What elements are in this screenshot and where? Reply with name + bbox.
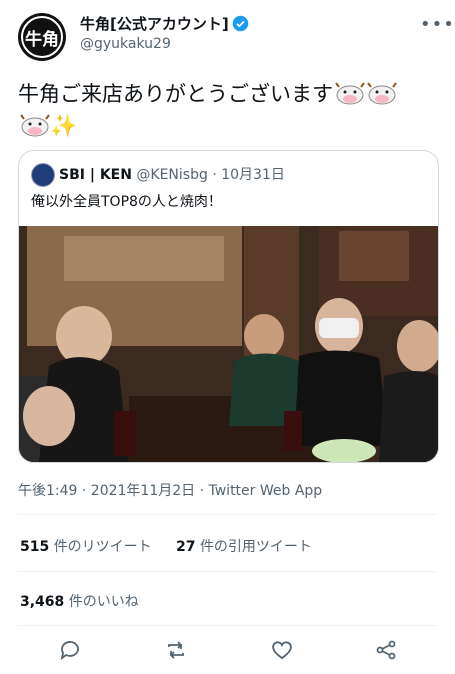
quoted-text: 俺以外全員TOP8の人と焼肉！ — [31, 194, 222, 210]
display-name[interactable]: 牛角[公式アカウント] — [80, 13, 249, 34]
more-options-icon[interactable]: ••• — [420, 14, 455, 35]
retweets-count: 515 — [20, 539, 50, 555]
share-button[interactable] — [374, 638, 398, 662]
quoted-avatar — [31, 163, 55, 187]
cow-emoji-icon — [367, 82, 397, 105]
cow-emoji-icon — [335, 82, 365, 105]
retweet-icon — [168, 641, 184, 659]
tweet-timestamp[interactable]: 午後1:49 · 2021年11月2日 · Twitter Web App — [18, 480, 322, 500]
quoted-author-handle: @KENisbg — [136, 167, 208, 183]
quoted-photo[interactable] — [19, 226, 438, 462]
quotes-count: 27 — [176, 539, 196, 555]
reply-button[interactable] — [58, 638, 82, 662]
restaurant-photo-image — [19, 226, 438, 462]
quoted-header: SBI | KEN @KENisbg · 10月31日 — [59, 164, 285, 184]
likes-count: 3,468 — [20, 594, 65, 610]
retweets-label: 件のリツイート — [53, 539, 152, 555]
avatar[interactable]: 牛角 — [18, 13, 66, 61]
like-icon — [272, 641, 292, 660]
retweet-button[interactable] — [164, 638, 188, 662]
handle[interactable]: @gyukaku29 — [80, 36, 171, 52]
share-icon — [376, 640, 396, 660]
sparkles-emoji-icon: ✨ — [50, 114, 78, 139]
quotes-stat[interactable]: 27 件の引用ツイート — [176, 536, 312, 556]
quotes-label: 件の引用ツイート — [199, 539, 312, 555]
likes-stat[interactable]: 3,468 件のいいね — [20, 591, 139, 611]
like-button[interactable] — [270, 638, 294, 662]
divider — [18, 571, 437, 572]
retweets-stat[interactable]: 515 件のリツイート — [20, 536, 152, 556]
reply-icon — [60, 641, 79, 661]
quoted-author-name: SBI | KEN — [59, 167, 132, 183]
tweet-text: 牛角ご来店ありがとうございます ✨ — [18, 78, 438, 143]
tweet-text-content: 牛角ご来店ありがとうございます — [18, 82, 333, 106]
likes-label: 件のいいね — [68, 594, 139, 610]
quoted-tweet[interactable]: SBI | KEN @KENisbg · 10月31日 俺以外全員TOP8の人と… — [18, 150, 439, 463]
divider — [18, 514, 437, 515]
display-name-text: 牛角[公式アカウント] — [80, 15, 229, 33]
divider — [18, 625, 437, 626]
verified-badge-icon — [232, 15, 249, 32]
quoted-date: · 10月31日 — [212, 167, 285, 183]
cow-emoji-icon — [20, 114, 50, 137]
